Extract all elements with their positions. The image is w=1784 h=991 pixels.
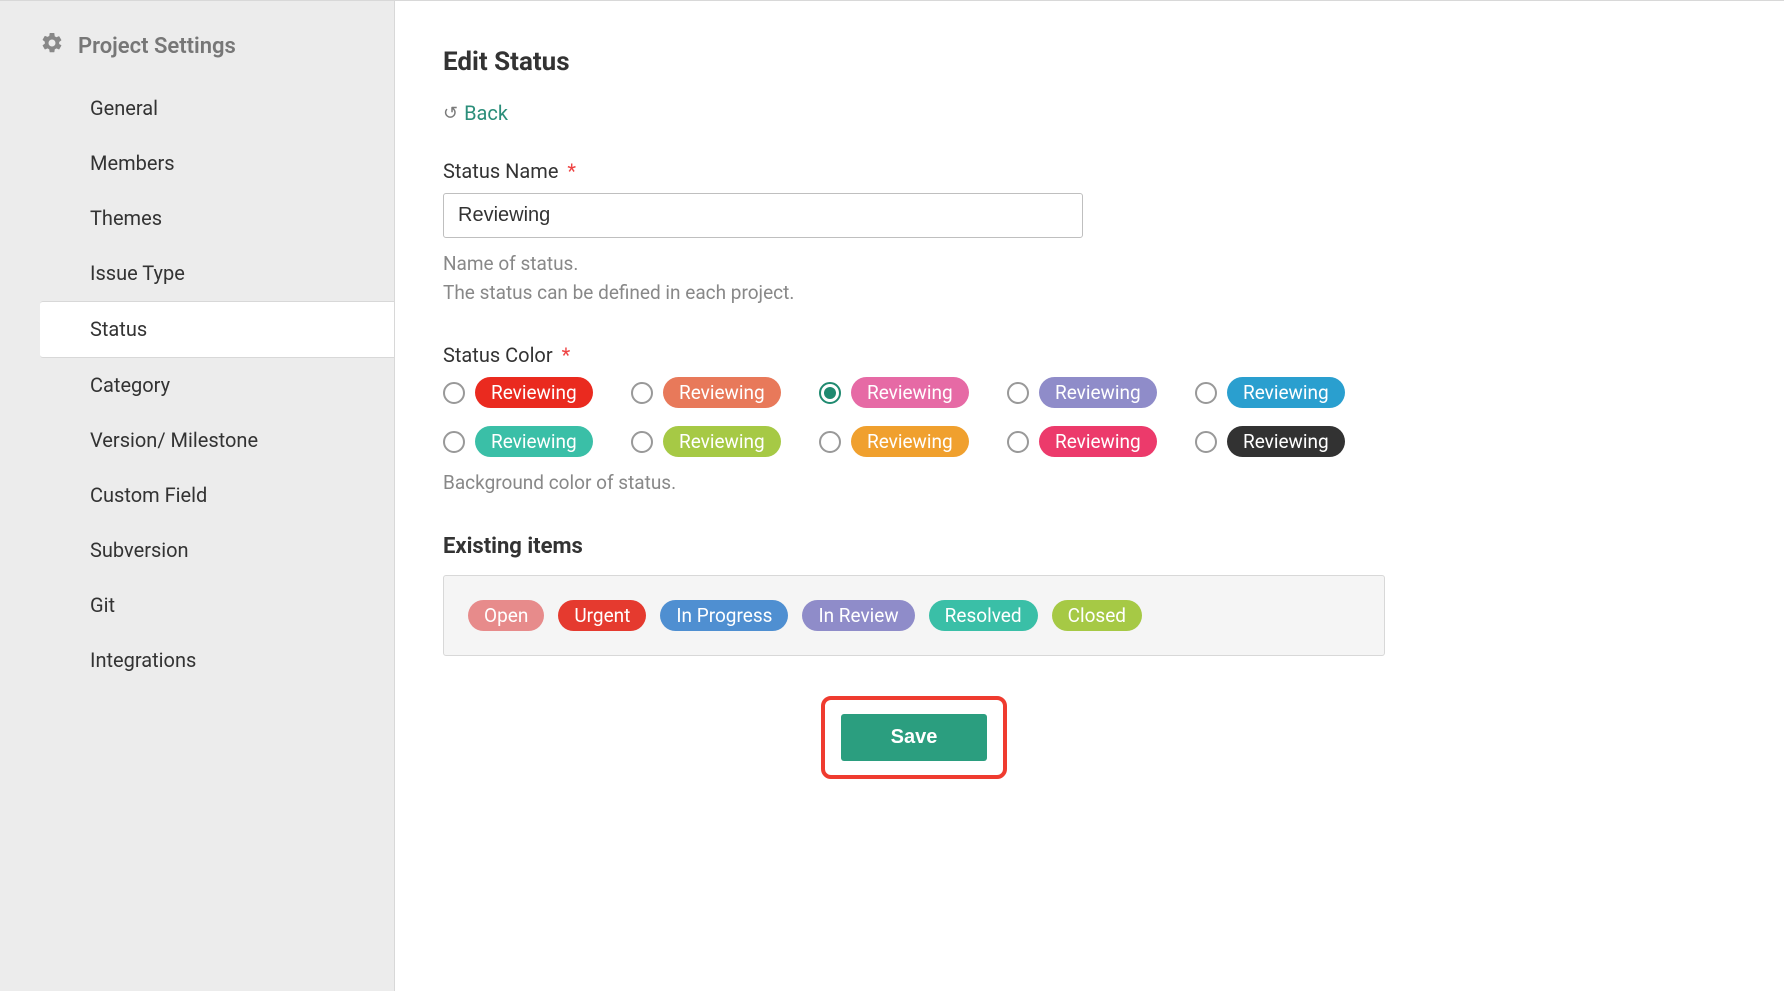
color-pill: Reviewing <box>1039 426 1157 457</box>
sidebar-title: Project Settings <box>0 31 394 81</box>
color-pill: Reviewing <box>1227 377 1345 408</box>
color-radio[interactable] <box>631 382 653 404</box>
existing-status-pill: Urgent <box>558 600 646 631</box>
color-radio[interactable] <box>1195 382 1217 404</box>
color-pill: Reviewing <box>663 377 781 408</box>
color-pill: Reviewing <box>475 377 593 408</box>
sidebar: Project Settings GeneralMembersThemesIss… <box>0 1 395 991</box>
color-radio[interactable] <box>443 431 465 453</box>
color-radio[interactable] <box>1007 431 1029 453</box>
color-grid: Reviewing Reviewing Reviewing Reviewing Revi… <box>443 377 1385 457</box>
color-radio[interactable] <box>443 382 465 404</box>
existing-items-title: Existing items <box>443 534 1385 559</box>
sidebar-item-category[interactable]: Category <box>0 358 394 413</box>
status-name-group: Status Name * Name of status. The status… <box>443 159 1385 307</box>
color-radio[interactable] <box>1007 382 1029 404</box>
sidebar-item-version-milestone[interactable]: Version/ Milestone <box>0 413 394 468</box>
color-pill: Reviewing <box>851 377 969 408</box>
color-option[interactable]: Reviewing <box>443 426 613 457</box>
sidebar-nav: GeneralMembersThemesIssue TypeStatusCate… <box>0 81 394 688</box>
status-name-label: Status Name * <box>443 159 1385 183</box>
color-pill: Reviewing <box>851 426 969 457</box>
color-radio[interactable] <box>631 431 653 453</box>
save-button-wrap: Save <box>443 696 1385 779</box>
color-option[interactable]: Reviewing <box>1195 377 1365 408</box>
color-pill: Reviewing <box>1227 426 1345 457</box>
color-option[interactable]: Reviewing <box>819 377 989 408</box>
sidebar-item-general[interactable]: General <box>0 81 394 136</box>
color-option[interactable]: Reviewing <box>1007 377 1177 408</box>
status-name-input[interactable] <box>443 193 1083 238</box>
status-color-group: Status Color * ReviewingReviewingReviewi… <box>443 343 1385 498</box>
page-title: Edit Status <box>443 47 1385 77</box>
sidebar-item-git[interactable]: Git <box>0 578 394 633</box>
status-name-help-line2: The status can be defined in each projec… <box>443 279 1385 308</box>
existing-status-pill: Closed <box>1052 600 1142 631</box>
color-option[interactable]: Reviewing <box>1195 426 1365 457</box>
status-color-help: Background color of status. <box>443 469 1385 498</box>
sidebar-item-members[interactable]: Members <box>0 136 394 191</box>
color-option[interactable]: Reviewing <box>631 377 801 408</box>
color-option[interactable]: Reviewing <box>819 426 989 457</box>
color-radio[interactable] <box>819 382 841 404</box>
sidebar-item-custom-field[interactable]: Custom Field <box>0 468 394 523</box>
color-pill: Reviewing <box>475 426 593 457</box>
sidebar-item-subversion[interactable]: Subversion <box>0 523 394 578</box>
status-color-label: Status Color * <box>443 343 1385 367</box>
status-name-label-text: Status Name <box>443 159 558 183</box>
status-name-help-line1: Name of status. <box>443 250 1385 279</box>
existing-status-pill: Resolved <box>929 600 1038 631</box>
sidebar-item-status[interactable]: Status <box>40 301 394 358</box>
existing-status-pill: In Review <box>802 600 914 631</box>
back-label: Back <box>464 101 508 125</box>
color-pill: Reviewing <box>1039 377 1157 408</box>
status-color-label-text: Status Color <box>443 343 553 367</box>
color-radio[interactable] <box>1195 431 1217 453</box>
save-button[interactable]: Save <box>841 714 988 761</box>
required-asterisk: * <box>562 343 571 367</box>
existing-status-pill: Open <box>468 600 544 631</box>
undo-icon: ↺ <box>443 103 458 124</box>
back-link[interactable]: ↺ Back <box>443 101 508 125</box>
save-button-highlight: Save <box>821 696 1008 779</box>
sidebar-title-text: Project Settings <box>78 34 236 59</box>
existing-status-pill: In Progress <box>660 600 788 631</box>
required-asterisk: * <box>567 159 576 183</box>
status-name-help: Name of status. The status can be define… <box>443 250 1385 307</box>
gear-icon <box>40 31 64 61</box>
existing-items-box: Open Urgent In Progress In Review Resolved Cl… <box>443 575 1385 656</box>
color-pill: Reviewing <box>663 426 781 457</box>
main-content: Edit Status ↺ Back Status Name * Name of… <box>395 1 1445 991</box>
color-option[interactable]: Reviewing <box>631 426 801 457</box>
color-option[interactable]: Reviewing <box>443 377 613 408</box>
color-option[interactable]: Reviewing <box>1007 426 1177 457</box>
sidebar-item-integrations[interactable]: Integrations <box>0 633 394 688</box>
color-radio[interactable] <box>819 431 841 453</box>
sidebar-item-issue-type[interactable]: Issue Type <box>0 246 394 301</box>
sidebar-item-themes[interactable]: Themes <box>0 191 394 246</box>
